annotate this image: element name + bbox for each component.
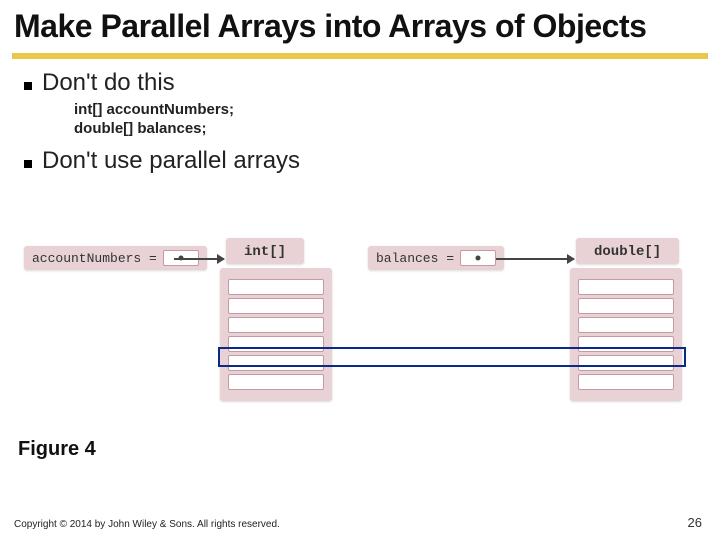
double-array-cells [570, 268, 682, 401]
array-cell [228, 317, 324, 333]
code-line-1: int[] accountNumbers; [74, 101, 706, 120]
bullet-1: Don't do this [24, 69, 706, 97]
type-double-array-box: double[] [576, 238, 679, 264]
array-cell [228, 374, 324, 390]
array-cell [228, 298, 324, 314]
array-cell [578, 317, 674, 333]
row-highlight-box [218, 347, 686, 367]
array-cell [228, 279, 324, 295]
ref-dot-icon [476, 256, 481, 261]
ref-slot [460, 250, 496, 266]
var-balances-box: balances = [368, 246, 504, 270]
array-cell [578, 298, 674, 314]
figure-left-half: accountNumbers = int[] [18, 238, 358, 418]
slide: Make Parallel Arrays into Arrays of Obje… [0, 0, 720, 540]
array-cell [578, 279, 674, 295]
var-accountnumbers-label: accountNumbers = [32, 251, 157, 266]
type-int-array-box: int[] [226, 238, 304, 264]
slide-title: Make Parallel Arrays into Arrays of Obje… [0, 0, 720, 51]
int-array-cells [220, 268, 332, 401]
copyright-footer: Copyright © 2014 by John Wiley & Sons. A… [14, 519, 280, 530]
title-underline [12, 53, 708, 59]
arrow-icon [174, 258, 224, 260]
arrow-icon [496, 258, 574, 260]
var-balances-label: balances = [376, 251, 454, 266]
bullet-2-text: Don't use parallel arrays [42, 147, 300, 175]
code-line-2: double[] balances; [74, 120, 706, 139]
figure-4: accountNumbers = int[] balances = double… [18, 238, 706, 418]
bullet-2: Don't use parallel arrays [24, 147, 706, 175]
figure-caption: Figure 4 [18, 438, 96, 461]
figure-right-half: balances = double[] [368, 238, 708, 418]
bullet-1-code: int[] accountNumbers; double[] balances; [74, 101, 706, 139]
array-cell [578, 374, 674, 390]
bullet-list: Don't do this int[] accountNumbers; doub… [0, 69, 720, 175]
page-number: 26 [688, 515, 702, 530]
bullet-square-icon [24, 160, 32, 168]
bullet-1-text: Don't do this [42, 69, 175, 97]
bullet-square-icon [24, 82, 32, 90]
